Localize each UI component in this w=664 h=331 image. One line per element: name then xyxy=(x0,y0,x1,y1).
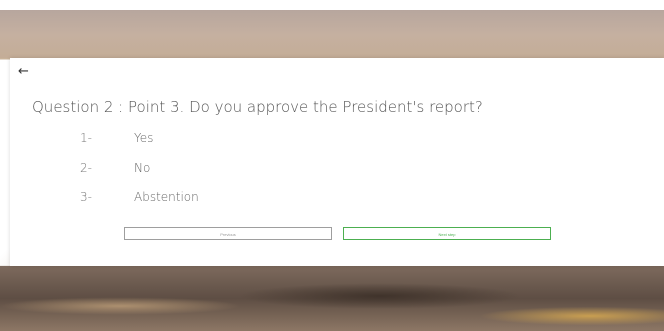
option-label: Abstention xyxy=(134,190,199,204)
previous-button[interactable]: Previous xyxy=(124,227,332,240)
background-bottom xyxy=(0,266,664,331)
background-top xyxy=(0,0,664,58)
next-step-button[interactable]: Next step xyxy=(343,227,551,240)
option-yes[interactable]: 1- Yes xyxy=(10,131,410,151)
option-label: No xyxy=(134,161,151,175)
question-text: Point 3. Do you approve the President's … xyxy=(128,98,483,116)
option-no[interactable]: 2- No xyxy=(10,161,410,181)
option-number: 1- xyxy=(80,131,92,145)
option-number: 3- xyxy=(80,190,92,204)
back-arrow-icon[interactable]: ← xyxy=(18,64,34,80)
question-card: ← Question 2 : Point 3. Do you approve t… xyxy=(10,58,664,266)
option-abstention[interactable]: 3- Abstention xyxy=(10,190,410,210)
question-number: Question 2 : xyxy=(32,98,128,116)
option-label: Yes xyxy=(134,131,154,145)
option-number: 2- xyxy=(80,161,92,175)
question-title: Question 2 : Point 3. Do you approve the… xyxy=(32,98,483,116)
